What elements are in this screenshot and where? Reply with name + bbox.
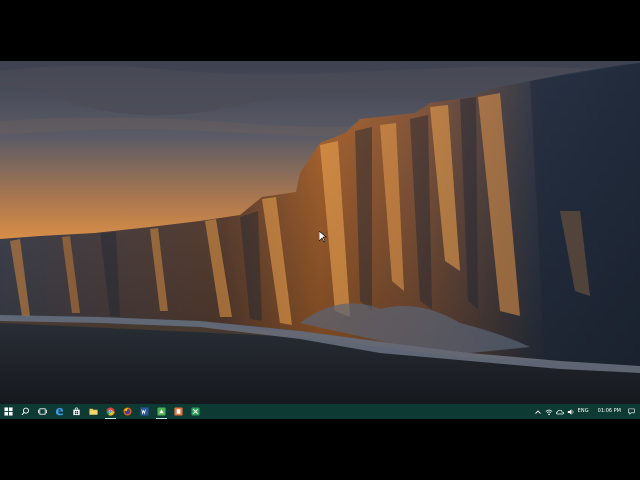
action-center-button[interactable]: [626, 404, 636, 419]
wifi-icon: [545, 409, 553, 415]
taskbar-pinned-apps: [0, 404, 204, 419]
word-button[interactable]: [136, 404, 153, 419]
folder-icon: [89, 408, 98, 415]
green-app-button[interactable]: [153, 404, 170, 419]
search-button[interactable]: [17, 404, 34, 419]
task-view-icon: [38, 408, 47, 415]
desktop: ENG 01:06 PM: [0, 61, 640, 419]
chrome-icon: [106, 407, 115, 416]
green-app-icon: [157, 407, 166, 416]
chrome-button[interactable]: [102, 404, 119, 419]
notification-icon: [627, 408, 635, 415]
volume-button[interactable]: [567, 408, 575, 416]
onedrive-button[interactable]: [555, 408, 564, 416]
firefox-icon: [123, 407, 132, 416]
orange-app-button[interactable]: [170, 404, 187, 419]
store-icon: [73, 407, 80, 416]
file-explorer-button[interactable]: [85, 404, 102, 419]
taskbar: ENG 01:06 PM: [0, 404, 640, 419]
show-hidden-icons-button[interactable]: [534, 408, 542, 416]
chevron-up-icon: [534, 409, 541, 414]
task-view-button[interactable]: [34, 404, 51, 419]
green-app-2-icon: [191, 407, 200, 416]
system-tray: ENG 01:06 PM: [534, 404, 640, 419]
speaker-icon: [567, 408, 574, 415]
orange-app-icon: [174, 407, 183, 416]
green-app-2-button[interactable]: [187, 404, 204, 419]
start-button[interactable]: [0, 404, 17, 419]
input-language-indicator[interactable]: ENG: [578, 404, 589, 419]
word-icon: [140, 407, 149, 416]
network-button[interactable]: [545, 408, 553, 416]
edge-button[interactable]: [51, 404, 68, 419]
taskbar-clock[interactable]: 01:06 PM: [592, 404, 623, 419]
edge-icon: [55, 407, 64, 416]
cloud-sync-icon: [555, 409, 564, 414]
firefox-button[interactable]: [119, 404, 136, 419]
store-button[interactable]: [68, 404, 85, 419]
search-icon: [21, 407, 29, 416]
windows-logo-icon: [4, 407, 13, 416]
mouse-cursor: [319, 231, 327, 243]
